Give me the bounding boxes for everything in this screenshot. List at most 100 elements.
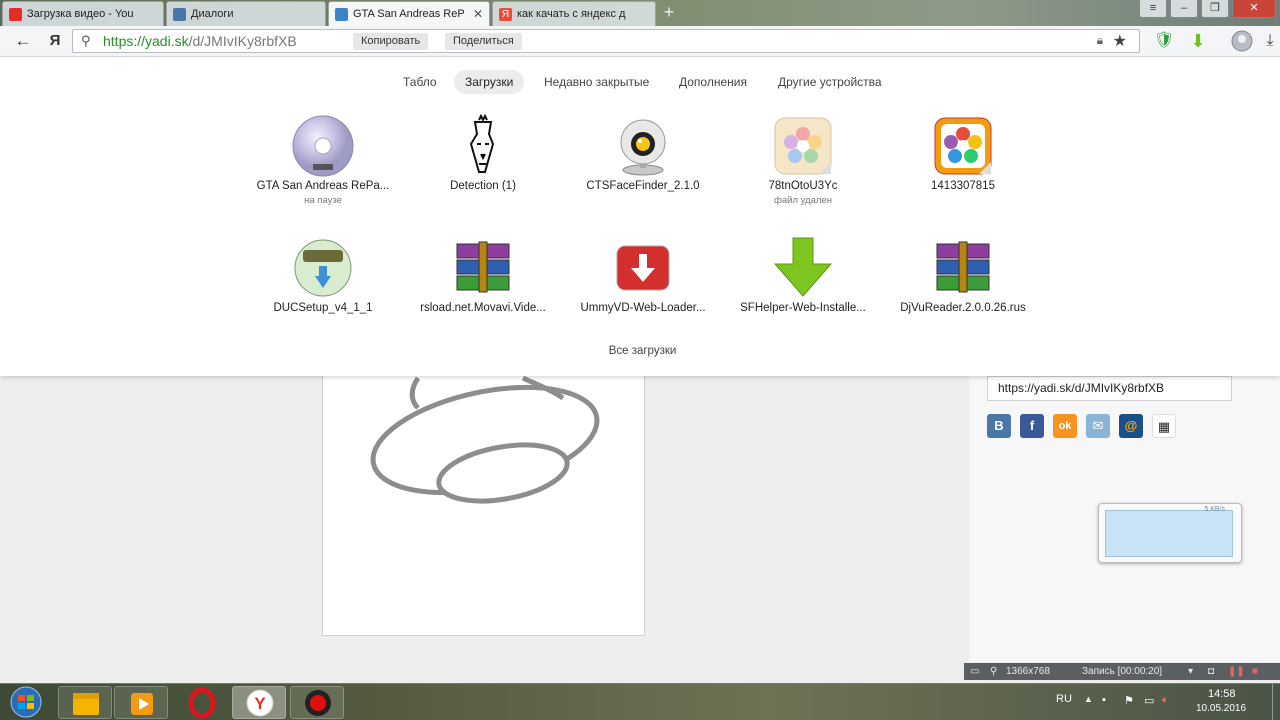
tab-label: как качать с яндекс д	[517, 8, 626, 20]
back-arrow-icon[interactable]: ←	[12, 31, 34, 51]
download-item[interactable]: rsload.net.Movavi.Vide...	[403, 236, 563, 314]
address-bar[interactable]: ⚲ https://yadi.sk/d/JMIvIKy8rbfXB Копиро…	[72, 29, 1140, 53]
protect-shield-icon[interactable]: 🛡︎	[1152, 30, 1176, 52]
yandex-icon: Я	[499, 7, 512, 21]
traffic-graph	[1105, 510, 1233, 557]
new-tab-button[interactable]: +	[658, 3, 680, 23]
qr-code-icon[interactable]: ▦	[1152, 414, 1176, 438]
all-downloads-link[interactable]: Все загрузки	[580, 345, 705, 357]
downloads-arrow-icon[interactable]: ⬇	[1186, 30, 1210, 52]
download-icon[interactable]: ⤓	[1258, 30, 1280, 52]
flower-app-icon	[771, 114, 835, 178]
bookmark-star-icon[interactable]: ★	[1113, 31, 1127, 51]
tray-app-icon[interactable]: ▪	[1102, 694, 1106, 706]
action-center-icon[interactable]: ⚑	[1124, 694, 1134, 707]
tab-recently-closed[interactable]: Недавно закрытые	[533, 70, 660, 94]
cloud-illustration	[370, 375, 600, 504]
tab-yandex-howto[interactable]: Я как качать с яндекс д	[492, 1, 656, 26]
download-item[interactable]: 78tnOtoU3Yc файл удален	[723, 114, 883, 206]
recorder-status: Запись [00:00:20]	[1082, 666, 1163, 677]
close-tab-icon[interactable]: ✕	[473, 7, 483, 21]
pause-icon[interactable]: ❚❚	[1228, 663, 1245, 680]
download-name: rsload.net.Movavi.Vide...	[420, 302, 546, 314]
search-icon: ⚲	[81, 33, 91, 48]
taskbar: Y RU ▲ ▪ ⚑ ▭ 🔈︎ 14:58 10.05.2016	[0, 683, 1280, 720]
volume-muted-icon[interactable]: 🔈︎	[1162, 694, 1169, 707]
vk-share-icon[interactable]: B	[987, 414, 1011, 438]
overlay-nav: Табло Загрузки Недавно закрытые Дополнен…	[0, 70, 1280, 94]
download-name: DUCSetup_v4_1_1	[273, 302, 373, 314]
tab-label: Загрузка видео - You	[27, 8, 134, 20]
file-preview	[322, 357, 645, 636]
close-window-button[interactable]: ✕	[1232, 0, 1276, 18]
download-name: Detection (1)	[450, 180, 516, 192]
recorder-dropdown-icon[interactable]: ▾	[1188, 663, 1193, 680]
facebook-share-icon[interactable]: f	[1020, 414, 1044, 438]
tab-addons[interactable]: Дополнения	[668, 70, 758, 94]
tab-dialogs[interactable]: Диалоги	[166, 1, 326, 26]
download-item[interactable]: CTSFaceFinder_2.1.0	[563, 114, 723, 192]
tab-tablo[interactable]: Табло	[392, 70, 448, 94]
tab-label: Диалоги	[191, 8, 234, 20]
recorder-bar: ▭ ⚲ 1366x768 Запись [00:00:20] ▾ ◘ ❚❚ ■	[964, 663, 1280, 680]
download-item[interactable]: GTA San Andreas RePa... на паузе	[243, 114, 403, 206]
yandex-logo-icon[interactable]: Я	[44, 31, 66, 51]
clock-time[interactable]: 14:58	[1208, 688, 1236, 700]
download-item[interactable]: DjVuReader.2.0.0.26.rus	[883, 236, 1043, 314]
winrar-archive-icon	[931, 236, 995, 300]
download-item[interactable]: SFHelper-Web-Installe...	[723, 236, 883, 314]
language-indicator[interactable]: RU	[1056, 693, 1072, 705]
system-tray: RU ▲ ▪ ⚑ ▭ 🔈︎ 14:58 10.05.2016	[1050, 684, 1280, 720]
copy-button[interactable]: Копировать	[353, 33, 429, 50]
share-button[interactable]: Поделиться	[445, 33, 522, 50]
show-desktop-button[interactable]	[1272, 684, 1280, 720]
svg-text:Y: Y	[254, 694, 266, 713]
mailru-share-icon[interactable]: @	[1119, 414, 1143, 438]
download-name: UmmyVD-Web-Loader...	[580, 302, 706, 314]
download-item[interactable]: DUCSetup_v4_1_1	[243, 236, 403, 314]
traffic-speed: 5 KB/s	[1204, 506, 1225, 513]
tab-gta[interactable]: GTA San Andreas ReP ✕	[328, 1, 490, 26]
navigation-bar: ← Я ⚲ https://yadi.sk/d/JMIvIKy8rbfXB Ко…	[0, 26, 1280, 57]
tab-youtube[interactable]: Загрузка видео - You	[2, 1, 164, 26]
minimize-button[interactable]: –	[1170, 0, 1198, 18]
tab-label: GTA San Andreas ReP	[353, 8, 465, 20]
recorder-resolution: 1366x768	[1006, 666, 1050, 677]
odnoklassniki-share-icon[interactable]: ok	[1053, 414, 1077, 438]
downloads-overlay: Табло Загрузки Недавно закрытые Дополнен…	[0, 57, 1280, 376]
download-item[interactable]: Detection (1)	[403, 113, 563, 192]
yandex-browser-taskbar-icon[interactable]: Y	[232, 686, 286, 719]
tribal-face-icon	[451, 113, 515, 178]
share-link-field[interactable]: https://yadi.sk/d/JMIvIKy8rbfXB	[987, 376, 1232, 401]
tray-arrow-icon[interactable]: ▲	[1084, 694, 1093, 704]
start-button[interactable]	[4, 685, 48, 720]
download-name: 1413307815	[931, 180, 995, 192]
clock-date[interactable]: 10.05.2016	[1196, 703, 1246, 714]
opera-taskbar-icon[interactable]	[174, 686, 228, 719]
mail-share-icon[interactable]: ✉	[1086, 414, 1110, 438]
media-player-taskbar-icon[interactable]	[114, 686, 168, 719]
title-bar: Загрузка видео - You Диалоги GTA San And…	[0, 0, 1280, 26]
red-download-icon	[611, 236, 675, 300]
network-icon[interactable]: ▭	[1144, 694, 1154, 707]
traffic-monitor-widget[interactable]: 5 KB/s	[1098, 503, 1242, 563]
download-item[interactable]: 1413307815	[883, 114, 1043, 192]
explorer-taskbar-icon[interactable]	[58, 686, 112, 719]
download-status: файл удален	[774, 195, 832, 206]
tab-downloads[interactable]: Загрузки	[454, 70, 525, 94]
download-status: на паузе	[304, 195, 342, 206]
tab-other-devices[interactable]: Другие устройства	[767, 70, 893, 94]
menu-button[interactable]: ≡	[1139, 0, 1167, 18]
recorder-taskbar-icon[interactable]	[290, 686, 344, 719]
profile-icon[interactable]	[1230, 30, 1254, 52]
maximize-button[interactable]: ❐	[1201, 0, 1229, 18]
green-arrow-icon	[771, 236, 835, 300]
screen-icon: ▭	[970, 666, 980, 677]
download-item[interactable]: UmmyVD-Web-Loader...	[563, 236, 723, 314]
zoom-icon[interactable]: ⚲	[990, 663, 997, 680]
camera-icon[interactable]: ◘	[1208, 663, 1214, 680]
download-name: GTA San Andreas RePa...	[256, 180, 390, 192]
url-text[interactable]: https://yadi.sk/d/JMIvIKy8rbfXB	[103, 33, 297, 49]
youtube-icon	[9, 7, 22, 21]
stop-icon[interactable]: ■	[1252, 663, 1258, 680]
